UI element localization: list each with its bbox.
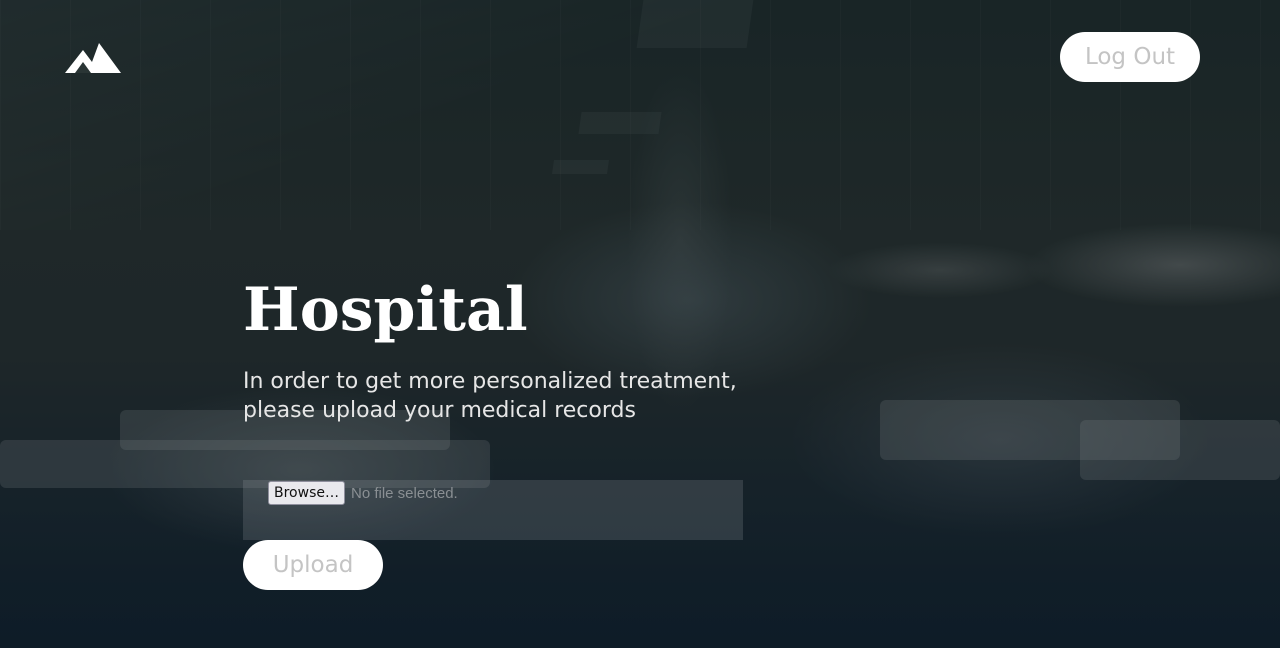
file-upload-field[interactable]: Browse… No file selected. [243, 480, 743, 540]
background-image [0, 0, 1280, 648]
file-status-text: No file selected. [351, 485, 458, 502]
background-overlay [0, 0, 1280, 648]
logout-button[interactable]: Log Out [1060, 32, 1200, 82]
mountain-logo-icon[interactable] [65, 42, 121, 74]
page: Log Out Hospital In order to get more pe… [0, 0, 1280, 648]
upload-button[interactable]: Upload [243, 540, 383, 590]
page-title: Hospital [243, 275, 528, 345]
page-subtitle: In order to get more personalized treatm… [243, 369, 737, 423]
browse-button[interactable]: Browse… [268, 481, 345, 505]
